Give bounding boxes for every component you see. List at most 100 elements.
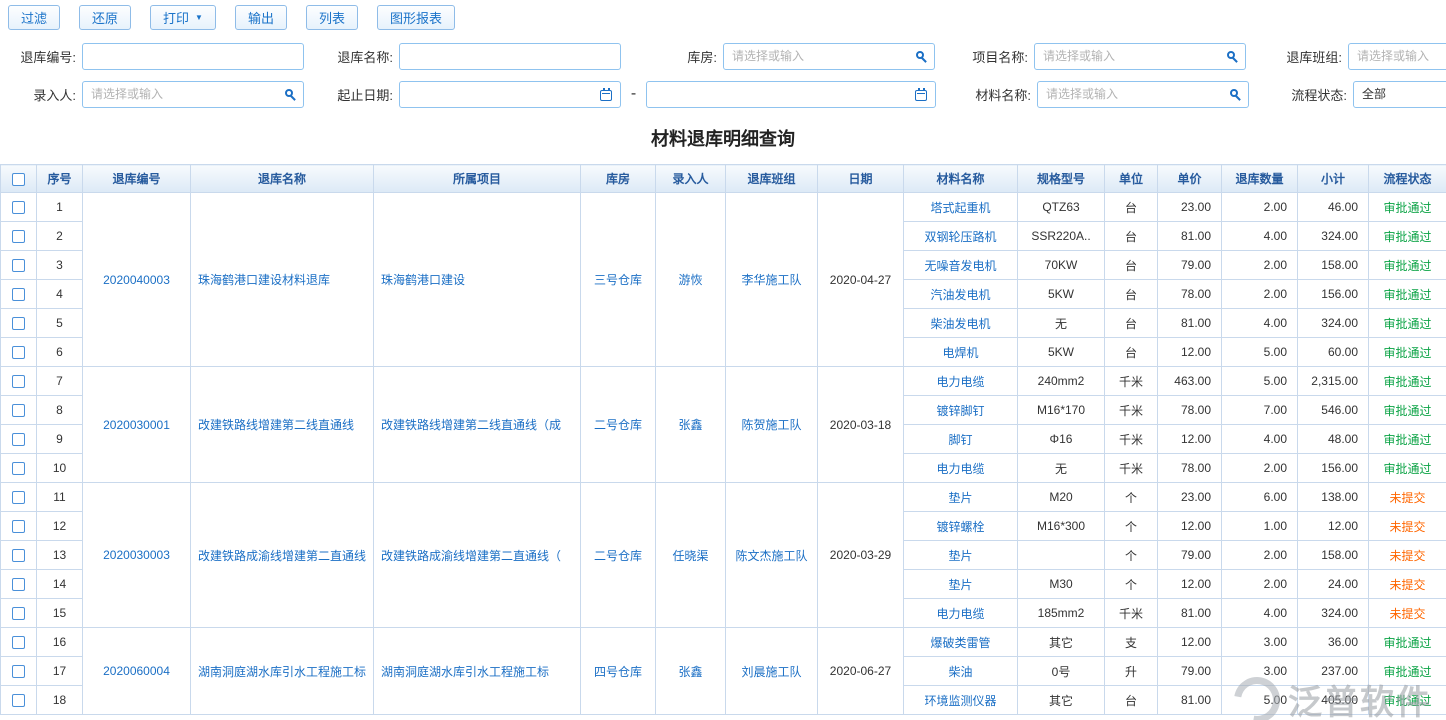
warehouse-input[interactable] [723, 43, 935, 70]
search-icon[interactable] [285, 89, 293, 97]
row-checkbox[interactable] [12, 636, 25, 649]
material-link[interactable]: 垫片 [948, 578, 972, 592]
material-link[interactable]: 电力电缆 [936, 607, 984, 621]
row-index: 6 [37, 338, 83, 367]
price-cell: 12.00 [1158, 425, 1222, 454]
material-link[interactable]: 电力电缆 [936, 462, 984, 476]
material-cell: 电力电缆 [904, 454, 1018, 483]
row-checkbox[interactable] [12, 404, 25, 417]
material-link[interactable]: 无噪音发电机 [924, 259, 996, 273]
search-icon[interactable] [916, 51, 924, 59]
row-checkbox[interactable] [12, 607, 25, 620]
calendar-icon[interactable] [915, 90, 927, 101]
row-checkbox[interactable] [12, 491, 25, 504]
material-link[interactable]: 镀锌螺栓 [936, 520, 984, 534]
operator-link[interactable]: 张鑫 [678, 418, 702, 432]
material-link[interactable]: 垫片 [948, 491, 972, 505]
material-link[interactable]: 爆破类雷管 [930, 636, 990, 650]
row-checkbox[interactable] [12, 317, 25, 330]
warehouse-link[interactable]: 三号仓库 [594, 273, 642, 287]
total-cell: 24.00 [1298, 570, 1369, 599]
team-link[interactable]: 李华施工队 [741, 273, 801, 287]
return-name-input[interactable] [399, 43, 621, 70]
end-date-input[interactable] [646, 81, 936, 108]
list-button[interactable]: 列表 [306, 5, 358, 30]
project-link[interactable]: 改建铁路线增建第二线直通线（成 [381, 418, 561, 432]
qty-cell: 5.00 [1222, 686, 1298, 715]
return-code-link[interactable]: 2020030003 [103, 548, 170, 562]
return-code-link[interactable]: 2020040003 [103, 273, 170, 287]
calendar-icon[interactable] [600, 90, 612, 101]
project-link[interactable]: 改建铁路成渝线增建第二直通线（ [381, 549, 561, 563]
material-link[interactable]: 塔式起重机 [930, 201, 990, 215]
row-checkbox[interactable] [12, 520, 25, 533]
return-name-link[interactable]: 改建铁路成渝线增建第二直通线 [198, 549, 366, 563]
table-row: 72020030001改建铁路线增建第二线直通线改建铁路线增建第二线直通线（成二… [1, 367, 1446, 396]
return-code-input[interactable] [82, 43, 304, 70]
row-checkbox[interactable] [12, 549, 25, 562]
material-link[interactable]: 脚钉 [948, 433, 972, 447]
material-cell: 电焊机 [904, 338, 1018, 367]
warehouse-link[interactable]: 二号仓库 [594, 418, 642, 432]
row-checkbox[interactable] [12, 462, 25, 475]
export-button[interactable]: 输出 [235, 5, 287, 30]
start-date-input[interactable] [399, 81, 621, 108]
material-link[interactable]: 汽油发电机 [930, 288, 990, 302]
material-link[interactable]: 电力电缆 [936, 375, 984, 389]
operator-link[interactable]: 任晓渠 [672, 549, 708, 563]
row-checkbox[interactable] [12, 433, 25, 446]
row-checkbox[interactable] [12, 694, 25, 707]
material-link[interactable]: 垫片 [948, 549, 972, 563]
material-link[interactable]: 双钢轮压路机 [924, 230, 996, 244]
print-button[interactable]: 打印 ▼ [150, 5, 216, 30]
search-icon[interactable] [1230, 89, 1238, 97]
unit-cell: 个 [1105, 570, 1158, 599]
return-name-link[interactable]: 湖南洞庭湖水库引水工程施工标 [198, 665, 366, 679]
warehouse-link[interactable]: 二号仓库 [594, 549, 642, 563]
select-all-checkbox[interactable] [12, 173, 25, 186]
operator-link[interactable]: 张鑫 [678, 665, 702, 679]
team-link[interactable]: 陈文杰施工队 [735, 549, 807, 563]
operator-link[interactable]: 游恢 [678, 273, 702, 287]
row-checkbox[interactable] [12, 288, 25, 301]
material-link[interactable]: 环境监测仪器 [924, 694, 996, 708]
row-checkbox[interactable] [12, 346, 25, 359]
row-select-cell [1, 309, 37, 338]
date-range-separator: - [621, 85, 646, 103]
row-checkbox[interactable] [12, 375, 25, 388]
project-link[interactable]: 珠海鹤港口建设 [381, 273, 465, 287]
team-link[interactable]: 刘晨施工队 [741, 665, 801, 679]
filter-button[interactable]: 过滤 [8, 5, 60, 30]
operator-input[interactable] [82, 81, 304, 108]
search-icon[interactable] [1227, 51, 1235, 59]
material-cell: 垫片 [904, 483, 1018, 512]
row-checkbox[interactable] [12, 230, 25, 243]
return-team-input[interactable] [1348, 43, 1446, 70]
workflow-status-select[interactable]: 全部 [1353, 81, 1446, 108]
material-link[interactable]: 镀锌脚钉 [936, 404, 984, 418]
material-link[interactable]: 柴油发电机 [930, 317, 990, 331]
row-checkbox[interactable] [12, 259, 25, 272]
price-cell: 12.00 [1158, 512, 1222, 541]
row-checkbox[interactable] [12, 201, 25, 214]
group-project-cell: 珠海鹤港口建设 [374, 193, 581, 367]
return-name-link[interactable]: 珠海鹤港口建设材料退库 [198, 273, 330, 287]
status-cell: 审批通过 [1369, 251, 1446, 280]
warehouse-link[interactable]: 四号仓库 [594, 665, 642, 679]
return-code-link[interactable]: 2020030001 [103, 418, 170, 432]
row-checkbox[interactable] [12, 665, 25, 678]
price-cell: 12.00 [1158, 338, 1222, 367]
chart-report-button[interactable]: 图形报表 [377, 5, 455, 30]
row-checkbox[interactable] [12, 578, 25, 591]
project-link[interactable]: 湖南洞庭湖水库引水工程施工标 [381, 665, 549, 679]
return-name-link[interactable]: 改建铁路线增建第二线直通线 [198, 418, 354, 432]
team-link[interactable]: 陈贺施工队 [741, 418, 801, 432]
restore-button[interactable]: 还原 [79, 5, 131, 30]
project-name-input[interactable] [1034, 43, 1246, 70]
row-select-cell [1, 483, 37, 512]
row-select-cell [1, 222, 37, 251]
material-link[interactable]: 柴油 [948, 665, 972, 679]
material-name-input[interactable] [1037, 81, 1249, 108]
material-link[interactable]: 电焊机 [942, 346, 978, 360]
return-code-link[interactable]: 2020060004 [103, 664, 170, 678]
